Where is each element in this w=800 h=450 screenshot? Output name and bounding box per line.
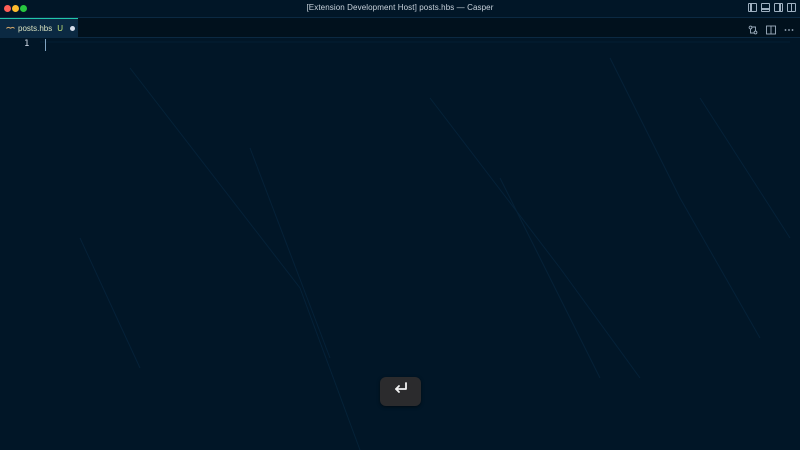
toggle-primary-sidebar-icon[interactable] — [748, 3, 757, 12]
split-editor-icon[interactable] — [766, 22, 776, 35]
tab-posts-hbs[interactable]: posts.hbs U — [0, 18, 78, 37]
layout-controls — [748, 3, 796, 12]
open-changes-icon[interactable] — [748, 22, 758, 35]
window-title: [Extension Development Host] posts.hbs —… — [306, 3, 494, 12]
text-cursor — [45, 39, 46, 51]
editor-tab-bar: posts.hbs U — [0, 18, 800, 38]
toggle-panel-icon[interactable] — [761, 3, 770, 12]
toggle-secondary-sidebar-icon[interactable] — [774, 3, 783, 12]
tab-label: posts.hbs — [18, 23, 53, 33]
git-status-badge: U — [57, 23, 64, 33]
vscode-window: [Extension Development Host] posts.hbs —… — [0, 0, 800, 450]
line-number-1: 1 — [24, 39, 30, 49]
title-bar: [Extension Development Host] posts.hbs —… — [0, 0, 800, 18]
editor-actions — [748, 22, 794, 35]
code-editor[interactable]: 1 — [0, 38, 800, 450]
unsaved-changes-dot[interactable] — [70, 25, 76, 31]
more-actions-icon[interactable] — [784, 22, 794, 32]
customize-layout-icon[interactable] — [787, 3, 796, 12]
return-key-icon — [392, 381, 410, 402]
keystroke-overlay — [380, 377, 421, 406]
handlebars-file-icon — [6, 24, 15, 32]
